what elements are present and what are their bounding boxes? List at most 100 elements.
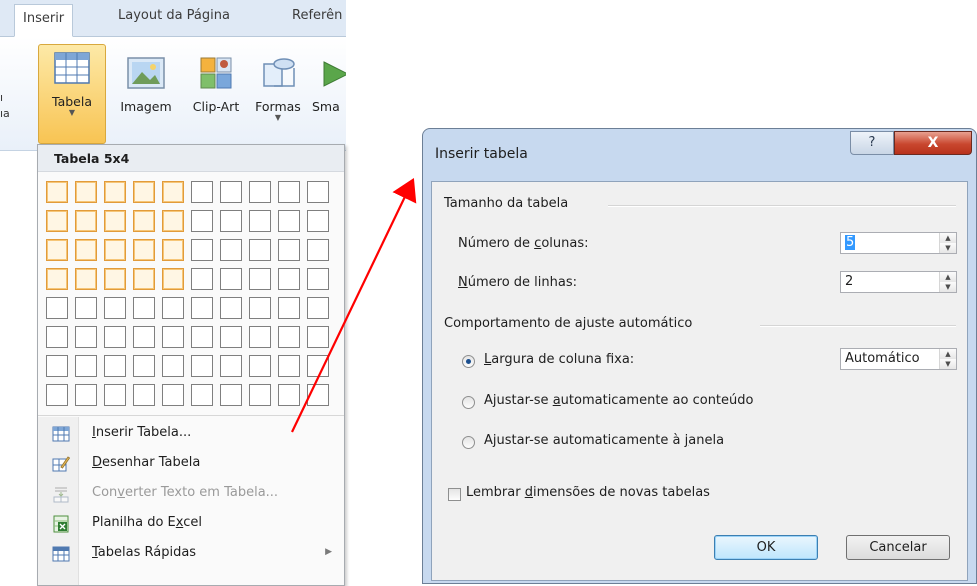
tab-layout-da-pagina[interactable]: Layout da Página (118, 8, 230, 23)
spin-down-icon[interactable]: ▼ (940, 282, 956, 292)
table-grid-cell[interactable] (249, 239, 271, 261)
remember-checkbox[interactable] (448, 488, 461, 501)
table-grid-cell[interactable] (46, 268, 68, 290)
table-grid-cell[interactable] (162, 239, 184, 261)
table-grid-cell[interactable] (133, 268, 155, 290)
table-grid-cell[interactable] (75, 268, 97, 290)
table-grid-cell[interactable] (133, 181, 155, 203)
table-grid-cell[interactable] (46, 384, 68, 406)
table-grid-cell[interactable] (75, 384, 97, 406)
table-grid-cell[interactable] (162, 355, 184, 377)
autofit-content-radio[interactable] (462, 396, 475, 409)
spinner-arrows[interactable]: ▲ ▼ (939, 349, 956, 369)
table-grid-cell[interactable] (220, 384, 242, 406)
table-grid-cell[interactable] (75, 297, 97, 319)
table-grid-cell[interactable] (191, 239, 213, 261)
imagem-button[interactable]: Imagem (114, 44, 178, 142)
table-grid-cell[interactable] (133, 355, 155, 377)
table-grid-cell[interactable] (75, 239, 97, 261)
table-grid-cell[interactable] (46, 326, 68, 348)
menu-item-desenhar-tabela[interactable]: Desenhar Tabela (38, 449, 344, 479)
rows-value[interactable]: 2 (845, 274, 853, 289)
fixed-width-label[interactable]: Largura de coluna fixa: (484, 352, 634, 367)
table-grid-cell[interactable] (46, 297, 68, 319)
table-grid-cell[interactable] (191, 210, 213, 232)
table-grid-cell[interactable] (133, 297, 155, 319)
tabela-button[interactable]: Tabela ▼ (38, 44, 106, 144)
columns-value[interactable]: 5 (845, 235, 856, 250)
table-grid-cell[interactable] (220, 355, 242, 377)
spin-down-icon[interactable]: ▼ (940, 359, 956, 369)
table-grid-cell[interactable] (133, 384, 155, 406)
remember-label[interactable]: Lembrar dimensões de novas tabelas (466, 485, 710, 500)
table-grid-cell[interactable] (162, 384, 184, 406)
table-grid-cell[interactable] (46, 355, 68, 377)
menu-item-planilha-excel[interactable]: Planilha do Excel (38, 509, 344, 539)
table-grid-cell[interactable] (162, 181, 184, 203)
table-grid-cell[interactable] (220, 210, 242, 232)
spin-down-icon[interactable]: ▼ (940, 243, 956, 253)
table-grid-cell[interactable] (191, 355, 213, 377)
smartart-button[interactable]: Sma (312, 44, 346, 142)
table-grid-cell[interactable] (104, 268, 126, 290)
table-grid-cell[interactable] (104, 326, 126, 348)
close-button[interactable]: X (894, 131, 972, 155)
insert-table-icon (52, 426, 70, 442)
table-grid-cell[interactable] (75, 210, 97, 232)
ok-button[interactable]: OK (714, 535, 818, 560)
table-grid-cell[interactable] (104, 297, 126, 319)
tab-inserir[interactable]: Inserir (14, 4, 74, 37)
table-grid-cell[interactable] (104, 181, 126, 203)
table-grid-cell[interactable] (75, 326, 97, 348)
tab-referencias[interactable]: Referên (292, 8, 342, 23)
table-grid-cell[interactable] (220, 239, 242, 261)
autofit-content-label[interactable]: Ajustar-se automaticamente ao conteúdo (484, 393, 753, 408)
table-grid-cell[interactable] (75, 355, 97, 377)
table-grid-cell[interactable] (162, 210, 184, 232)
table-grid-cell[interactable] (162, 326, 184, 348)
autofit-window-radio[interactable] (462, 436, 475, 449)
table-grid-cell[interactable] (104, 210, 126, 232)
table-grid-cell[interactable] (191, 384, 213, 406)
autofit-window-label[interactable]: Ajustar-se automaticamente à janela (484, 433, 724, 448)
help-button[interactable]: ? (850, 131, 894, 155)
table-grid-cell[interactable] (249, 326, 271, 348)
rows-spinner[interactable]: 2 ▲ ▼ (840, 271, 957, 293)
fixed-width-radio[interactable] (462, 355, 475, 368)
table-grid-cell[interactable] (191, 268, 213, 290)
table-grid-cell[interactable] (220, 326, 242, 348)
table-grid-cell[interactable] (249, 210, 271, 232)
table-grid-cell[interactable] (133, 326, 155, 348)
spinner-arrows[interactable]: ▲ ▼ (939, 233, 956, 253)
table-grid-cell[interactable] (104, 239, 126, 261)
clipart-button[interactable]: Clip-Art (186, 44, 246, 142)
table-grid-cell[interactable] (220, 268, 242, 290)
formas-button[interactable]: Formas ▼ (250, 44, 306, 142)
columns-spinner[interactable]: 5 ▲ ▼ (840, 232, 957, 254)
table-grid-cell[interactable] (249, 181, 271, 203)
table-grid-cell[interactable] (249, 268, 271, 290)
table-grid-cell[interactable] (133, 239, 155, 261)
fixed-width-value[interactable]: Automático (845, 351, 920, 366)
table-grid-cell[interactable] (46, 181, 68, 203)
table-grid-cell[interactable] (46, 239, 68, 261)
table-grid-cell[interactable] (249, 355, 271, 377)
table-grid-cell[interactable] (133, 210, 155, 232)
fixed-width-spinner[interactable]: Automático ▲ ▼ (840, 348, 957, 370)
table-grid-cell[interactable] (191, 181, 213, 203)
spinner-arrows[interactable]: ▲ ▼ (939, 272, 956, 292)
table-grid-cell[interactable] (104, 355, 126, 377)
table-grid-cell[interactable] (104, 384, 126, 406)
table-grid-cell[interactable] (191, 297, 213, 319)
cancel-button[interactable]: Cancelar (846, 535, 950, 560)
menu-item-tabelas-rapidas[interactable]: Tabelas Rápidas ▶ (38, 539, 344, 569)
table-grid-cell[interactable] (162, 268, 184, 290)
table-grid-cell[interactable] (162, 297, 184, 319)
table-grid-cell[interactable] (249, 384, 271, 406)
table-grid-cell[interactable] (46, 210, 68, 232)
table-grid-cell[interactable] (249, 297, 271, 319)
table-grid-cell[interactable] (191, 326, 213, 348)
table-grid-cell[interactable] (75, 181, 97, 203)
table-grid-cell[interactable] (220, 297, 242, 319)
table-grid-cell[interactable] (220, 181, 242, 203)
